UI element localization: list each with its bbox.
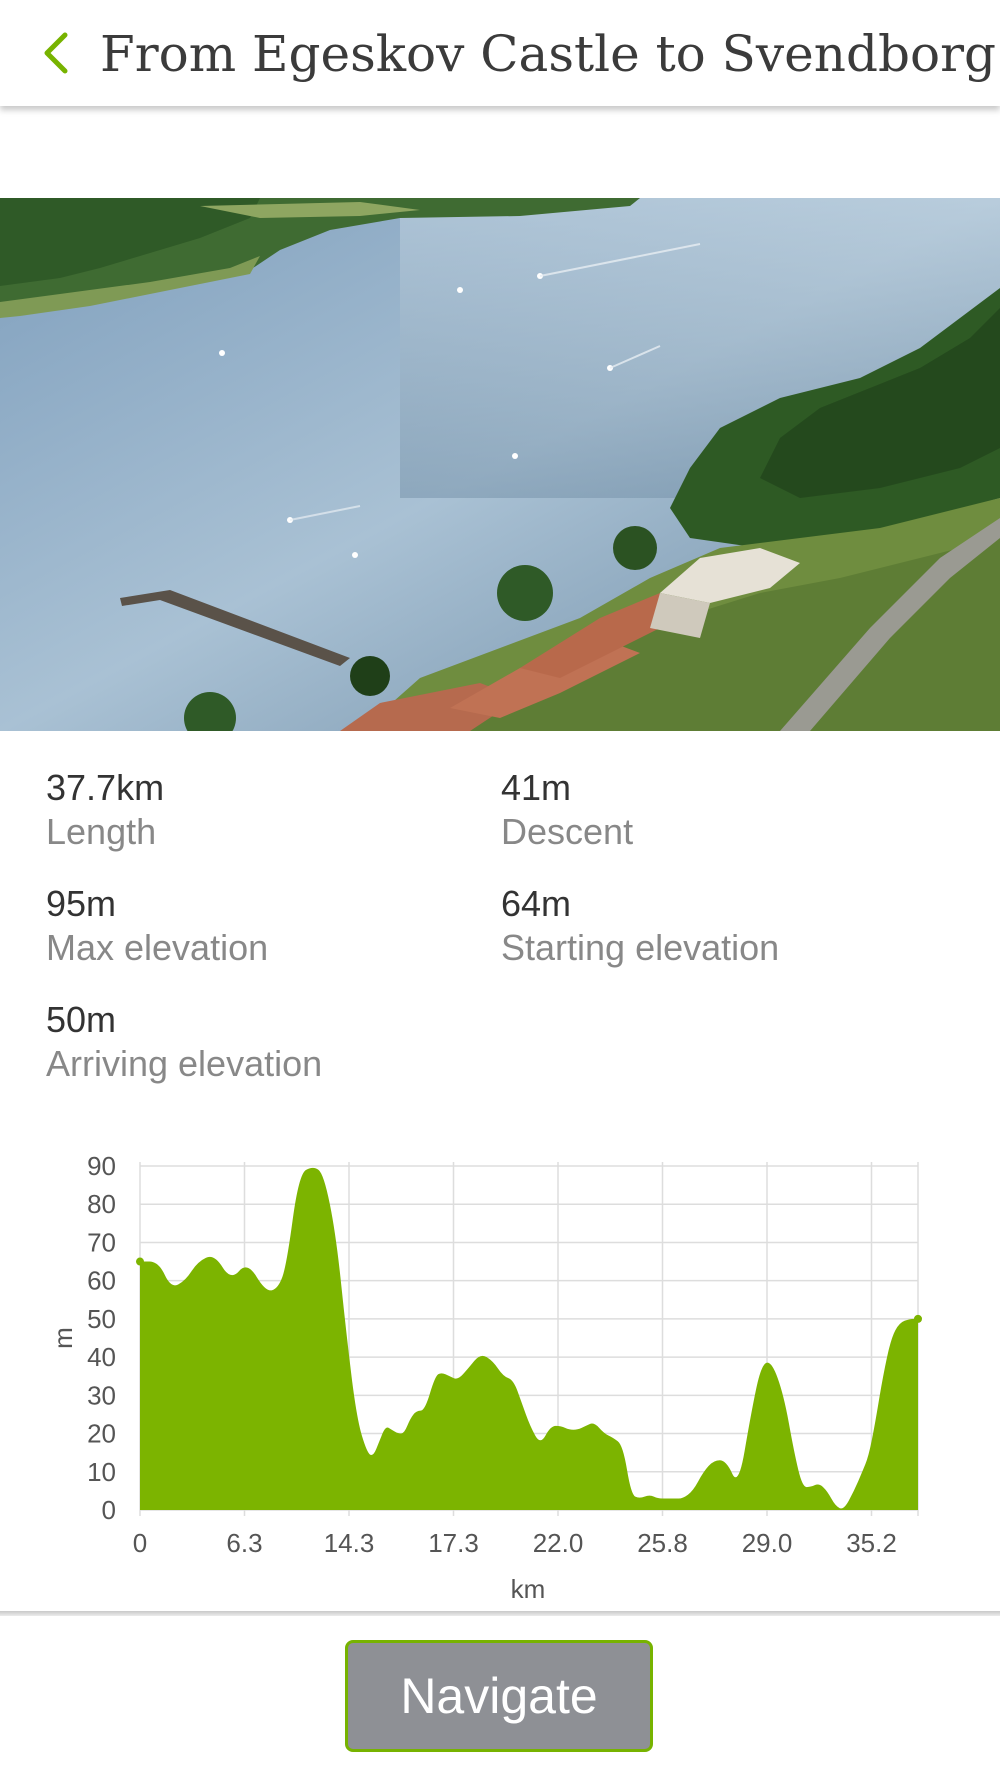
y-tick-label: 40 — [87, 1342, 116, 1372]
stat-length: 37.7km Length — [46, 766, 486, 854]
chevron-left-icon — [44, 32, 68, 74]
page-title: From Egeskov Castle to Svendborg — [100, 25, 996, 83]
x-tick-label: 29.0 — [742, 1528, 793, 1558]
x-axis-label: km — [511, 1574, 546, 1604]
x-axis-ticks: 0 6.3 14.3 17.3 22.0 25.8 29.0 35.2 — [133, 1528, 897, 1558]
bottom-divider — [0, 1611, 1000, 1616]
x-tick-label: 6.3 — [226, 1528, 262, 1558]
elevation-chart-svg: 90 80 70 60 50 40 30 20 10 0 0 6.3 14.3 17.3 22.0 25.8… — [48, 1151, 922, 1604]
stat-value: 37.7km — [46, 767, 165, 808]
y-tick-label: 80 — [87, 1189, 116, 1219]
elevation-chart: 90 80 70 60 50 40 30 20 10 0 0 6.3 14.3 17.3 22.0 25.8… — [0, 1140, 1000, 1610]
stat-label: Starting elevation — [501, 927, 780, 968]
y-tick-label: 0 — [102, 1495, 116, 1525]
back-button[interactable] — [36, 26, 76, 80]
y-tick-label: 70 — [87, 1227, 116, 1257]
stat-starting-elevation: 64m Starting elevation — [501, 882, 941, 970]
stat-value: 95m — [46, 883, 117, 924]
x-tick-label: 17.3 — [428, 1528, 479, 1558]
navigate-button[interactable]: Navigate — [345, 1640, 653, 1752]
x-tick-label: 22.0 — [533, 1528, 584, 1558]
stat-descent: 41m Descent — [501, 766, 941, 854]
stat-label: Length — [46, 811, 157, 852]
y-tick-label: 10 — [87, 1457, 116, 1487]
stat-value: 41m — [501, 767, 572, 808]
x-tick-label: 0 — [133, 1528, 147, 1558]
y-tick-label: 60 — [87, 1266, 116, 1296]
y-tick-label: 20 — [87, 1419, 116, 1449]
stat-max-elevation: 95m Max elevation — [46, 882, 486, 970]
y-tick-label: 50 — [87, 1304, 116, 1334]
x-tick-label: 14.3 — [324, 1528, 375, 1558]
y-tick-label: 90 — [87, 1151, 116, 1181]
stat-arriving-elevation: 50m Arriving elevation — [46, 998, 486, 1086]
y-axis-ticks: 90 80 70 60 50 40 30 20 10 0 — [87, 1151, 116, 1525]
hero-image — [0, 198, 1000, 731]
start-point — [136, 1257, 144, 1266]
stat-label: Arriving elevation — [46, 1043, 323, 1084]
stat-label: Max elevation — [46, 927, 269, 968]
x-tick-label: 25.8 — [637, 1528, 688, 1558]
stat-value: 50m — [46, 999, 117, 1040]
stat-value: 64m — [501, 883, 572, 924]
y-axis-label: m — [48, 1327, 78, 1349]
app-bar: From Egeskov Castle to Svendborg — [0, 0, 1000, 106]
chart-area — [136, 1167, 922, 1510]
x-tick-label: 35.2 — [846, 1528, 897, 1558]
y-tick-label: 30 — [87, 1380, 116, 1410]
end-point — [914, 1314, 922, 1323]
elevation-area — [140, 1167, 918, 1510]
stat-label: Descent — [501, 811, 634, 852]
